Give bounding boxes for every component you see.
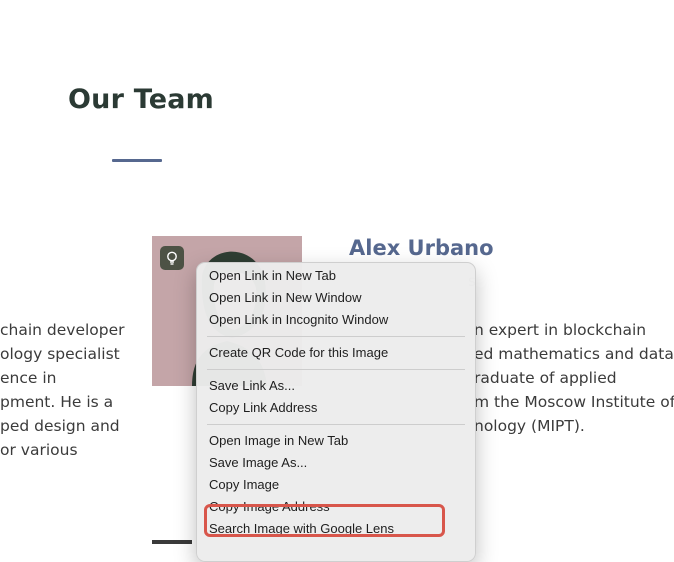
menu-item-create-qr-code[interactable]: Create QR Code for this Image — [209, 342, 388, 364]
bio-line: nology (MIPT). — [474, 417, 585, 435]
menu-separator — [207, 369, 465, 370]
bio-line: chain developer — [0, 321, 125, 339]
menu-separator — [207, 424, 465, 425]
bio-line: n expert in blockchain — [474, 321, 647, 339]
google-lens-button[interactable] — [160, 246, 184, 270]
page-heading: Our Team — [68, 84, 214, 115]
bio-line: ped design and — [0, 417, 120, 435]
menu-item-open-link-new-tab[interactable]: Open Link in New Tab — [209, 265, 336, 287]
menu-item-open-image-new-tab[interactable]: Open Image in New Tab — [209, 430, 348, 452]
bio-line: m the Moscow Institute of — [474, 393, 674, 411]
bio-line: raduate of applied — [474, 369, 617, 387]
left-member-bio: chain developer ology specialist ence in… — [0, 318, 150, 462]
member-bio: n expert in blockchain ed mathematics an… — [474, 318, 674, 438]
menu-item-open-link-new-window[interactable]: Open Link in New Window — [209, 287, 361, 309]
lightbulb-icon — [167, 251, 177, 265]
bio-line: or various — [0, 441, 78, 459]
menu-item-save-image-as[interactable]: Save Image As... — [209, 452, 307, 474]
bio-line: ence in — [0, 369, 57, 387]
bio-line: ology specialist — [0, 345, 120, 363]
menu-separator — [207, 336, 465, 337]
menu-item-copy-link-address[interactable]: Copy Link Address — [209, 397, 317, 419]
menu-item-save-link-as[interactable]: Save Link As... — [209, 375, 295, 397]
next-member-photo-edge — [152, 540, 192, 544]
highlight-annotation — [204, 504, 445, 537]
menu-item-copy-image[interactable]: Copy Image — [209, 474, 279, 496]
member-name[interactable]: Alex Urbano — [349, 236, 494, 260]
menu-item-open-link-incognito[interactable]: Open Link in Incognito Window — [209, 309, 388, 331]
bio-line: pment. He is a — [0, 393, 114, 411]
heading-underline — [112, 159, 162, 162]
bio-line: ed mathematics and data — [474, 345, 674, 363]
